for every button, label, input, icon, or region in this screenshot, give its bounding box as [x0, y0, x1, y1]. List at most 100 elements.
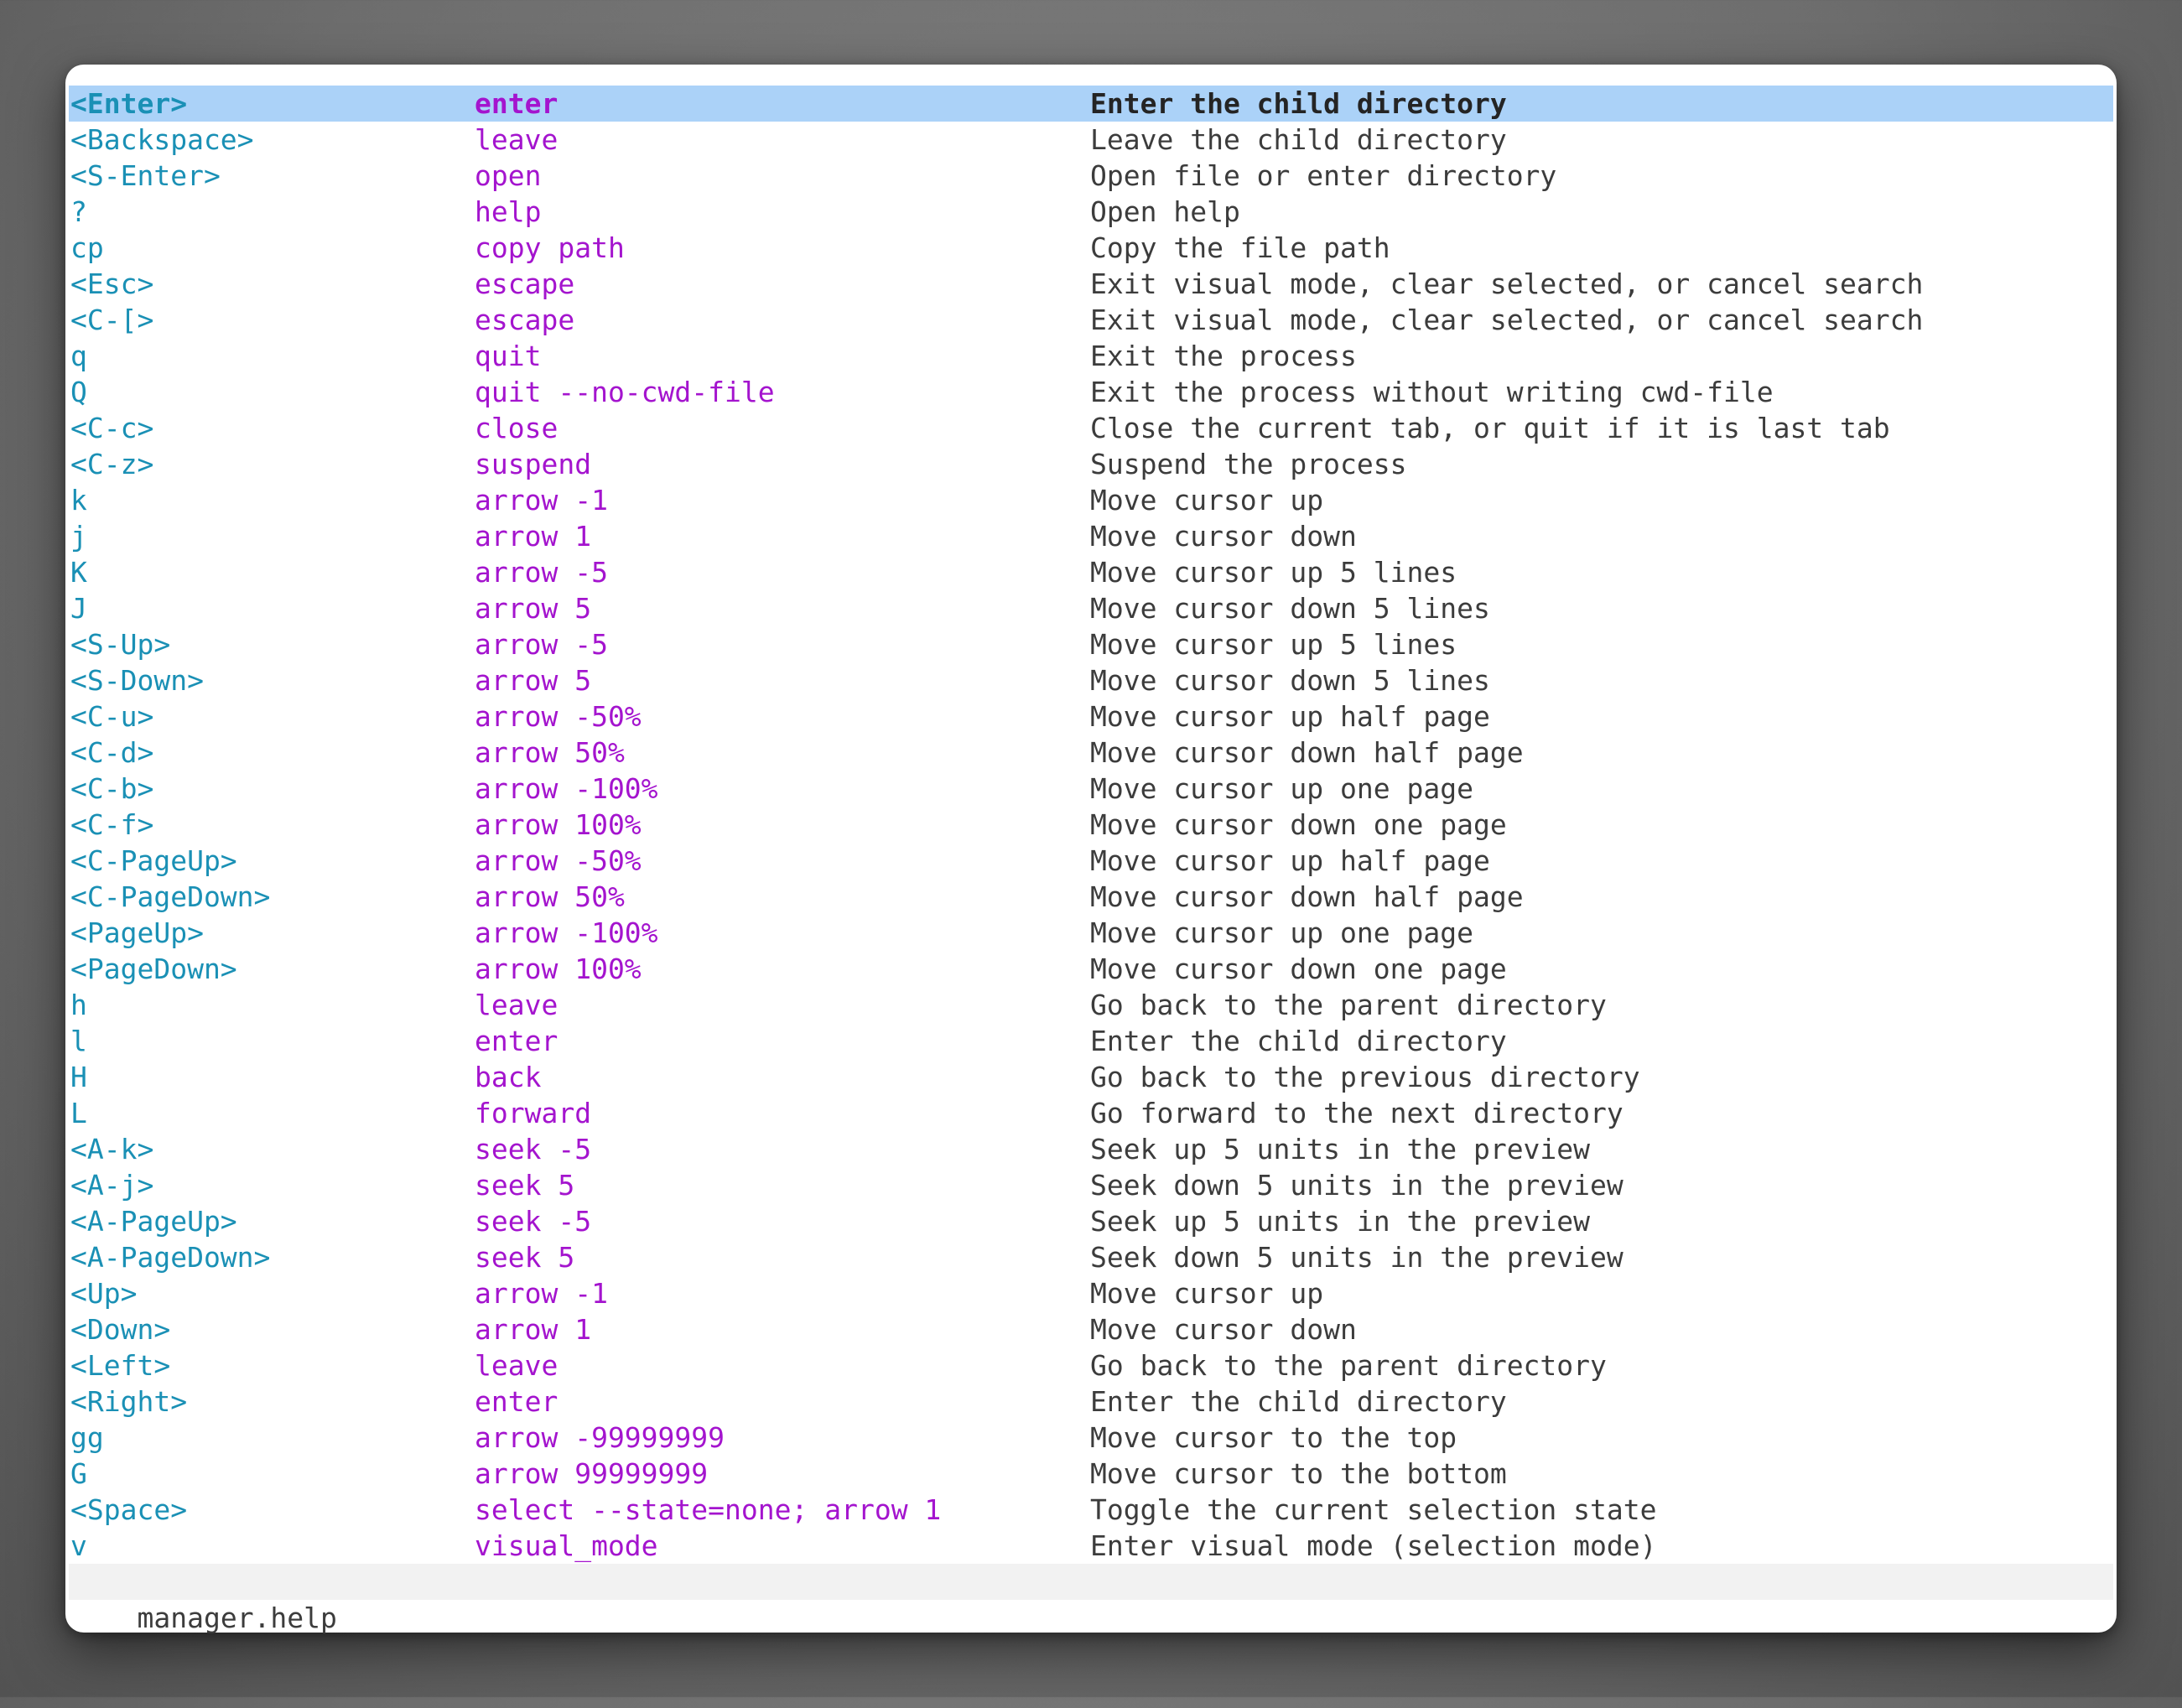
key-cell: gg	[70, 1420, 104, 1456]
keybinding-row[interactable]: <C-PageDown> arrow 50% Move cursor down …	[69, 879, 2113, 915]
keybinding-row[interactable]: H back Go back to the previous directory	[69, 1059, 2113, 1095]
key-cell: <C-f>	[70, 807, 153, 843]
description-cell: Suspend the process	[1090, 446, 1407, 482]
keybinding-row[interactable]: <Space> select --state=none; arrow 1 Tog…	[69, 1492, 2113, 1528]
command-cell: arrow -1	[475, 482, 608, 518]
help-layer-label: manager.help	[137, 1602, 336, 1634]
description-cell: Exit visual mode, clear selected, or can…	[1090, 266, 1923, 302]
help-window: <Enter> enter Enter the child directory …	[65, 65, 2117, 1633]
description-cell: Move cursor down 5 lines	[1090, 662, 1490, 698]
keybinding-row[interactable]: <C-b> arrow -100% Move cursor up one pag…	[69, 771, 2113, 807]
command-cell: copy path	[475, 230, 625, 266]
command-cell: quit	[475, 338, 541, 374]
command-cell: arrow 1	[475, 518, 591, 554]
key-cell: h	[70, 987, 87, 1023]
keybinding-row[interactable]: <A-j> seek 5 Seek down 5 units in the pr…	[69, 1167, 2113, 1203]
keybinding-row[interactable]: k arrow -1 Move cursor up	[69, 482, 2113, 518]
description-cell: Toggle the current selection state	[1090, 1492, 1657, 1528]
keybinding-row-selected[interactable]: <Enter> enter Enter the child directory	[69, 86, 2113, 122]
command-cell: close	[475, 410, 558, 446]
description-cell: Move cursor up one page	[1090, 915, 1473, 951]
command-cell: enter	[475, 86, 558, 122]
description-cell: Seek down 5 units in the preview	[1090, 1167, 1624, 1203]
description-cell: Enter visual mode (selection mode)	[1090, 1528, 1657, 1564]
keybinding-row[interactable]: cp copy path Copy the file path	[69, 230, 2113, 266]
key-cell: <C-z>	[70, 446, 153, 482]
keybinding-row[interactable]: <C-d> arrow 50% Move cursor down half pa…	[69, 735, 2113, 771]
description-cell: Enter the child directory	[1090, 1023, 1507, 1059]
description-cell: Enter the child directory	[1090, 1384, 1507, 1420]
key-cell: <C-u>	[70, 698, 153, 735]
description-cell: Enter the child directory	[1090, 86, 1507, 122]
command-cell: seek -5	[475, 1203, 591, 1239]
keybinding-row[interactable]: l enter Enter the child directory	[69, 1023, 2113, 1059]
key-cell: <A-PageUp>	[70, 1203, 237, 1239]
keybinding-row[interactable]: <Esc> escape Exit visual mode, clear sel…	[69, 266, 2113, 302]
key-cell: <C-b>	[70, 771, 153, 807]
keybinding-row[interactable]: <A-PageDown> seek 5 Seek down 5 units in…	[69, 1239, 2113, 1275]
keybinding-row[interactable]: <Up> arrow -1 Move cursor up	[69, 1275, 2113, 1311]
command-cell: escape	[475, 266, 574, 302]
keybinding-row[interactable]: v visual_mode Enter visual mode (selecti…	[69, 1528, 2113, 1564]
key-cell: <S-Down>	[70, 662, 204, 698]
keybinding-row[interactable]: <C-u> arrow -50% Move cursor up half pag…	[69, 698, 2113, 735]
keybinding-row[interactable]: <C-z> suspend Suspend the process	[69, 446, 2113, 482]
description-cell: Move cursor up 5 lines	[1090, 554, 1457, 590]
key-cell: <C-PageUp>	[70, 843, 237, 879]
description-cell: Move cursor down	[1090, 1311, 1357, 1347]
keybinding-row[interactable]: <A-k> seek -5 Seek up 5 units in the pre…	[69, 1131, 2113, 1167]
keybinding-row[interactable]: j arrow 1 Move cursor down	[69, 518, 2113, 554]
command-cell: leave	[475, 122, 558, 158]
keybinding-row[interactable]: K arrow -5 Move cursor up 5 lines	[69, 554, 2113, 590]
description-cell: Move cursor up half page	[1090, 843, 1490, 879]
keybinding-row[interactable]: <Backspace> leave Leave the child direct…	[69, 122, 2113, 158]
keybinding-row[interactable]: <C-c> close Close the current tab, or qu…	[69, 410, 2113, 446]
keybinding-row[interactable]: q quit Exit the process	[69, 338, 2113, 374]
key-cell: G	[70, 1456, 87, 1492]
keybinding-row[interactable]: <Down> arrow 1 Move cursor down	[69, 1311, 2113, 1347]
key-cell: <Down>	[70, 1311, 170, 1347]
keybinding-row[interactable]: <PageUp> arrow -100% Move cursor up one …	[69, 915, 2113, 951]
keybinding-row[interactable]: <A-PageUp> seek -5 Seek up 5 units in th…	[69, 1203, 2113, 1239]
command-cell: leave	[475, 987, 558, 1023]
description-cell: Move cursor up 5 lines	[1090, 626, 1457, 662]
description-cell: Close the current tab, or quit if it is …	[1090, 410, 1890, 446]
description-cell: Move cursor down	[1090, 518, 1357, 554]
status-bar: manager.help	[69, 1564, 2113, 1600]
key-cell: ?	[70, 194, 87, 230]
keybinding-row[interactable]: <S-Down> arrow 5 Move cursor down 5 line…	[69, 662, 2113, 698]
key-cell: <A-j>	[70, 1167, 153, 1203]
description-cell: Seek down 5 units in the preview	[1090, 1239, 1624, 1275]
key-cell: q	[70, 338, 87, 374]
keybinding-row[interactable]: <S-Enter> open Open file or enter direct…	[69, 158, 2113, 194]
description-cell: Move cursor up	[1090, 482, 1323, 518]
keybinding-row[interactable]: <Right> enter Enter the child directory	[69, 1384, 2113, 1420]
command-cell: suspend	[475, 446, 591, 482]
command-cell: arrow -100%	[475, 915, 658, 951]
keybinding-row[interactable]: h leave Go back to the parent directory	[69, 987, 2113, 1023]
keybinding-row[interactable]: gg arrow -99999999 Move cursor to the to…	[69, 1420, 2113, 1456]
key-cell: H	[70, 1059, 87, 1095]
key-cell: J	[70, 590, 87, 626]
keybinding-row[interactable]: J arrow 5 Move cursor down 5 lines	[69, 590, 2113, 626]
keybinding-row[interactable]: <C-[> escape Exit visual mode, clear sel…	[69, 302, 2113, 338]
command-cell: seek 5	[475, 1167, 574, 1203]
keybinding-row[interactable]: <Left> leave Go back to the parent direc…	[69, 1347, 2113, 1384]
description-cell: Move cursor up half page	[1090, 698, 1490, 735]
keybinding-row[interactable]: Q quit --no-cwd-file Exit the process wi…	[69, 374, 2113, 410]
keybinding-row[interactable]: L forward Go forward to the next directo…	[69, 1095, 2113, 1131]
keybinding-row[interactable]: <S-Up> arrow -5 Move cursor up 5 lines	[69, 626, 2113, 662]
description-cell: Go back to the previous directory	[1090, 1059, 1640, 1095]
keybinding-row[interactable]: <C-PageUp> arrow -50% Move cursor up hal…	[69, 843, 2113, 879]
command-cell: open	[475, 158, 541, 194]
key-cell: <S-Enter>	[70, 158, 221, 194]
description-cell: Move cursor down one page	[1090, 951, 1507, 987]
command-cell: arrow -50%	[475, 843, 642, 879]
keybinding-row[interactable]: G arrow 99999999 Move cursor to the bott…	[69, 1456, 2113, 1492]
description-cell: Move cursor down 5 lines	[1090, 590, 1490, 626]
keybinding-row[interactable]: <C-f> arrow 100% Move cursor down one pa…	[69, 807, 2113, 843]
keybinding-row[interactable]: ? help Open help	[69, 194, 2113, 230]
keybinding-row[interactable]: <PageDown> arrow 100% Move cursor down o…	[69, 951, 2113, 987]
description-cell: Go forward to the next directory	[1090, 1095, 1624, 1131]
command-cell: arrow 5	[475, 662, 591, 698]
